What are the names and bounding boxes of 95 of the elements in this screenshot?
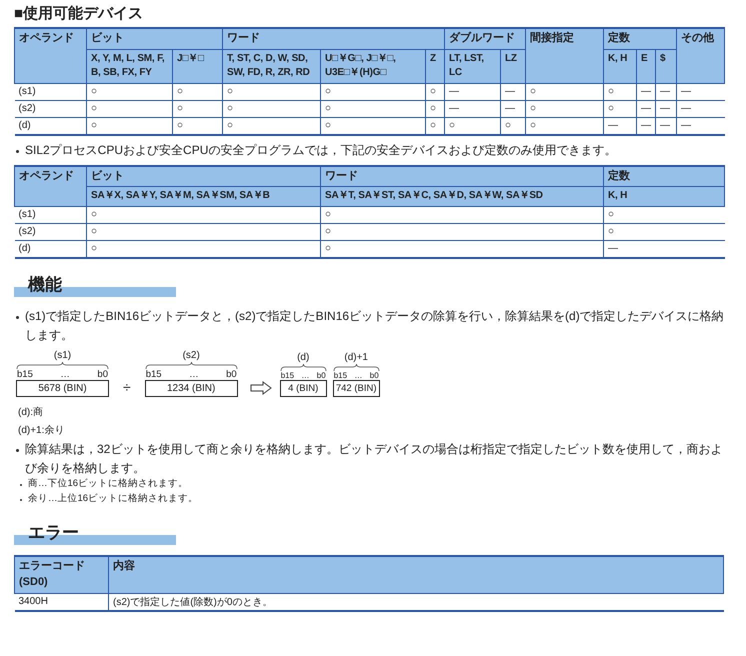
column-header: エラーコード(SD0)	[14, 556, 108, 594]
ellipsis: …	[60, 369, 70, 380]
register-box: 742 (BIN)	[332, 380, 380, 398]
table-cell: —	[636, 100, 656, 118]
table-cell: (s1)	[14, 83, 86, 100]
table-cell: ○	[604, 100, 636, 118]
column-header: その他	[676, 28, 725, 84]
column-header: ビット	[86, 166, 320, 187]
table-cell: ○	[320, 223, 604, 240]
table-cell: ○	[320, 206, 604, 224]
brace-icon	[280, 363, 327, 372]
brace-icon	[332, 363, 380, 372]
table-cell: ○	[426, 100, 444, 118]
table-cell: ○	[86, 83, 172, 100]
column-header: U□￥G□, J□￥□, U3E□￥(H)G□	[320, 49, 426, 84]
brace-icon	[144, 361, 238, 370]
column-header: Z	[426, 49, 444, 84]
ellipsis: …	[301, 371, 310, 380]
column-header: 内容	[108, 556, 724, 594]
operand-label: (d)+1	[343, 352, 369, 364]
table-cell: ○	[172, 100, 222, 118]
table-cell: —	[444, 83, 500, 100]
ellipsis: …	[354, 371, 362, 380]
column-header: ワード	[320, 166, 604, 187]
column-header: 間接指定	[526, 28, 604, 84]
table-cell: ○	[86, 206, 320, 224]
table-cell: ○	[222, 100, 320, 118]
bit-label: b0	[370, 371, 379, 380]
column-header: SA￥X, SA￥Y, SA￥M, SA￥SM, SA￥B	[86, 186, 320, 206]
bit-label: b15	[334, 371, 348, 380]
table-cell: ○	[320, 83, 426, 100]
bit-label: b0	[226, 369, 237, 380]
bullet-icon	[16, 316, 19, 319]
bit-label: b15	[17, 369, 33, 380]
brace-icon	[16, 361, 109, 370]
column-header: 定数	[604, 166, 724, 187]
column-header: SA￥T, SA￥ST, SA￥C, SA￥D, SA￥W, SA￥SD	[320, 186, 604, 206]
legend-text: (d):商	[18, 406, 44, 420]
table-cell: (s2)	[14, 223, 86, 240]
table-cell: —	[636, 83, 656, 100]
column-header: E	[636, 49, 656, 84]
column-header: ダブルワード	[444, 28, 526, 50]
column-header: オペランド	[14, 28, 86, 84]
description-text: (s1)で指定したBIN16ビットデータと，(s2)で指定したBIN16ビットデータの除算を行い，除算結果を(d)で指定したデバイスに格納します。	[25, 308, 724, 344]
arrow-icon	[250, 381, 272, 396]
table-cell: (s1)	[14, 206, 86, 224]
bit-label: b0	[316, 371, 326, 380]
column-header: 定数	[604, 28, 677, 50]
table-cell: ○	[86, 100, 172, 118]
table-cell: ○	[86, 223, 320, 240]
column-header: J□￥□	[172, 49, 222, 84]
column-header: ビット	[86, 28, 222, 50]
table-cell: ○	[526, 100, 604, 118]
note-text: SIL2プロセスCPUおよび安全CPUの安全プログラムでは，下記の安全デバイスおよび定数のみ使用できます。	[25, 142, 616, 159]
table-cell: —	[500, 83, 526, 100]
column-header: K, H	[604, 186, 724, 206]
bit-label: b15	[280, 371, 294, 380]
section-heading: 機能	[28, 274, 62, 295]
register-box: 5678 (BIN)	[16, 380, 109, 398]
note-text: 商…下位16ビットに格納されます。	[28, 477, 188, 492]
table-cell: —	[656, 100, 677, 118]
section-title: ■使用可能デバイス	[14, 4, 144, 23]
bullet-icon	[16, 150, 19, 153]
column-header: T, ST, C, D, W, SD, SW, FD, R, ZR, RD	[222, 49, 320, 84]
note-text: 余り…上位16ビットに格納されます。	[28, 492, 198, 506]
ellipsis: …	[189, 369, 199, 380]
operand-label: (d)	[296, 352, 310, 364]
bit-label: b0	[97, 369, 108, 380]
table-cell: ○	[426, 83, 444, 100]
operator-symbol: ÷	[123, 379, 131, 396]
table-cell: —	[444, 100, 500, 118]
table-cell: —	[656, 83, 677, 100]
table-cell: (s2)	[14, 100, 86, 118]
legend-text: (d)+1:余り	[18, 424, 66, 438]
register-box: 4 (BIN)	[280, 380, 327, 398]
column-header: LT, LST, LC	[444, 49, 500, 84]
bit-label: b15	[146, 369, 162, 380]
column-header: K, H	[604, 49, 636, 84]
bullet-icon	[16, 449, 19, 452]
column-header: LZ	[500, 49, 526, 84]
operand-label: (s1)	[52, 350, 72, 362]
table-cell: —	[500, 100, 526, 118]
table-cell: ○	[604, 83, 636, 100]
register-box: 1234 (BIN)	[144, 380, 238, 398]
table-cell: ○	[172, 83, 222, 100]
operand-label: (s2)	[182, 350, 201, 362]
note-text: 除算結果は，32ビットを使用して商と余りを格納します。ビットデバイスの場合は桁指定で指定したビット数を使用して，商および余りを格納します。	[25, 441, 724, 477]
column-header: オペランド	[14, 166, 86, 206]
table-cell: ○	[526, 83, 604, 100]
table-cell: ○	[320, 100, 426, 118]
table-cell: ○	[222, 83, 320, 100]
column-header: $	[656, 49, 677, 84]
column-header: ワード	[222, 28, 444, 50]
column-header: X, Y, M, L, SM, F, B, SB, FX, FY	[86, 49, 172, 84]
section-heading: エラー	[28, 522, 79, 543]
